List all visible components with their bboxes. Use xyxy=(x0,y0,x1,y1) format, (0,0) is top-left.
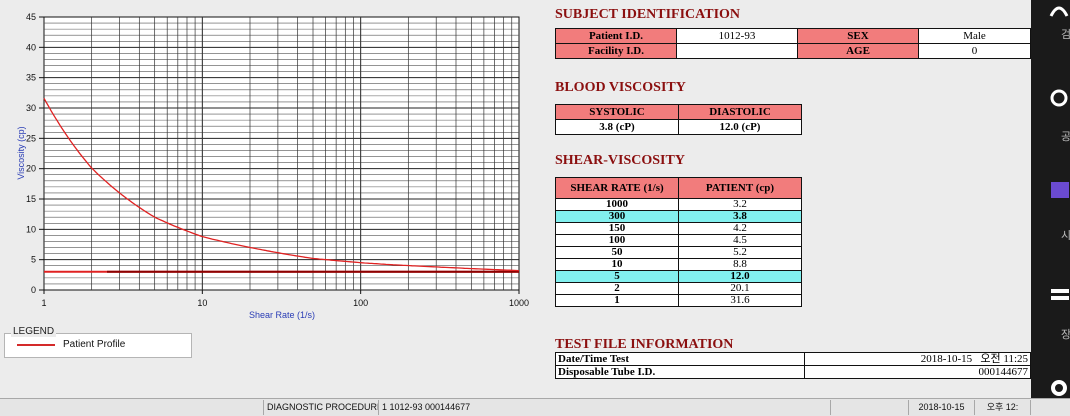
statusbar-time: 오후 12: xyxy=(975,400,1031,415)
shear-rate-cell: 2 xyxy=(555,282,679,295)
diastolic-value: 12.0 (cP) xyxy=(678,119,802,135)
statusbar-left xyxy=(0,400,264,415)
statusbar-blank xyxy=(831,400,909,415)
table-row: 1 31.6 xyxy=(555,294,802,307)
patient-id-label: Patient I.D. xyxy=(555,28,677,44)
patient-cp-cell: 3.8 xyxy=(678,210,802,223)
shear-rate-cell: 50 xyxy=(555,246,679,259)
sync-icon[interactable] xyxy=(1049,88,1069,108)
shear-rate-cell: 5 xyxy=(555,270,679,283)
y-axis-label: Viscosity (cp) xyxy=(16,126,26,179)
viscosity-chart: 0 5 10 15 20 25 30 35 40 45 1 10 100 1000 Shear Rate … xyxy=(0,0,540,330)
datetime-value: 2018-10-15 오전 11:25 xyxy=(804,352,1031,366)
patient-cp-cell: 8.8 xyxy=(678,258,802,271)
statusbar-procedures: DIAGNOSTIC PROCEDURES xyxy=(264,400,379,415)
age-label: AGE xyxy=(797,43,919,59)
wifi-icon[interactable] xyxy=(1049,0,1069,20)
table-row: 300 3.8 xyxy=(555,210,802,223)
y-tick-label: 35 xyxy=(26,73,36,83)
patient-cp-cell: 4.2 xyxy=(678,222,802,235)
age-value: 0 xyxy=(918,43,1031,59)
patient-cp-cell: 12.0 xyxy=(678,270,802,283)
test-file-information-title: TEST FILE INFORMATION xyxy=(555,337,734,352)
gear-icon[interactable] xyxy=(1049,378,1069,398)
sex-label: SEX xyxy=(797,28,919,44)
patient-cp-cell: 5.2 xyxy=(678,246,802,259)
blood-viscosity-table: SYSTOLIC DIASTOLIC 3.8 (cP) 12.0 (cP) xyxy=(555,104,802,135)
save-icon[interactable] xyxy=(1049,285,1069,305)
shear-rate-cell: 1000 xyxy=(555,198,679,211)
shear-rate-cell: 10 xyxy=(555,258,679,271)
diastolic-label: DIASTOLIC xyxy=(678,104,802,120)
shear-rate-cell: 1 xyxy=(555,294,679,307)
systolic-label: SYSTOLIC xyxy=(555,104,679,120)
systolic-value: 3.8 (cP) xyxy=(555,119,679,135)
y-tick-label: 5 xyxy=(31,255,36,265)
y-tick-label: 25 xyxy=(26,133,36,143)
y-tick-label: 15 xyxy=(26,194,36,204)
y-tick-label: 30 xyxy=(26,103,36,113)
table-row: 5 12.0 xyxy=(555,270,802,283)
side-label-3: 시 xyxy=(1061,230,1070,242)
patient-cp-header: PATIENT (cp) xyxy=(678,177,802,199)
window-icon[interactable] xyxy=(1049,180,1069,200)
table-row: 100 4.5 xyxy=(555,234,802,247)
datetime-label: Date/Time Test xyxy=(555,352,805,366)
statusbar-record: 1 1012-93 000144677 xyxy=(379,400,831,415)
side-panel: 검 공 시 장 xyxy=(1031,0,1070,415)
subject-table: Patient I.D. 1012-93 SEX Male Facility I… xyxy=(555,28,1031,59)
tube-id-label: Disposable Tube I.D. xyxy=(555,365,805,379)
tube-id-value: 000144677 xyxy=(804,365,1031,379)
shear-rate-cell: 150 xyxy=(555,222,679,235)
legend-label: Patient Profile xyxy=(63,339,126,350)
x-axis-label: Shear Rate (1/s) xyxy=(249,310,315,320)
y-tick-label: 40 xyxy=(26,42,36,52)
patient-cp-cell: 3.2 xyxy=(678,198,802,211)
x-tick-label: 1000 xyxy=(509,298,529,308)
y-tick-label: 0 xyxy=(31,285,36,295)
shear-viscosity-table: SHEAR RATE (1/s) PATIENT (cp) 1000 3.2 300… xyxy=(555,177,802,307)
table-row: 50 5.2 xyxy=(555,246,802,259)
shear-viscosity-title: SHEAR-VISCOSITY xyxy=(555,153,685,168)
legend-line-swatch xyxy=(17,344,55,346)
shear-rate-header: SHEAR RATE (1/s) xyxy=(555,177,679,199)
table-row: 1000 3.2 xyxy=(555,198,802,211)
blood-viscosity-title: BLOOD VISCOSITY xyxy=(555,80,686,95)
patient-id-value: 1012-93 xyxy=(676,28,798,44)
side-label-2: 공 xyxy=(1061,131,1070,143)
patient-cp-cell: 20.1 xyxy=(678,282,802,295)
table-row: 10 8.8 xyxy=(555,258,802,271)
x-tick-label: 10 xyxy=(197,298,207,308)
table-row: 150 4.2 xyxy=(555,222,802,235)
legend-title: LEGEND xyxy=(11,326,57,337)
patient-cp-cell: 4.5 xyxy=(678,234,802,247)
y-tick-label: 20 xyxy=(26,164,36,174)
x-tick-label: 100 xyxy=(353,298,368,308)
patient-cp-cell: 31.6 xyxy=(678,294,802,307)
y-tick-label: 45 xyxy=(26,12,36,22)
side-label-4: 장 xyxy=(1061,329,1070,341)
x-tick-label: 1 xyxy=(41,298,46,308)
sex-value: Male xyxy=(918,28,1031,44)
facility-id-label: Facility I.D. xyxy=(555,43,677,59)
table-row: 2 20.1 xyxy=(555,282,802,295)
status-bar: DIAGNOSTIC PROCEDURES 1 1012-93 00014467… xyxy=(0,398,1070,416)
side-label-1: 검 xyxy=(1061,29,1070,41)
y-tick-label: 10 xyxy=(26,224,36,234)
subject-identification-title: SUBJECT IDENTIFICATION xyxy=(555,7,741,22)
facility-id-value xyxy=(676,43,798,59)
legend-box: LEGEND Patient Profile xyxy=(4,326,192,358)
statusbar-date: 2018-10-15 xyxy=(909,400,975,415)
shear-rate-cell: 100 xyxy=(555,234,679,247)
test-file-table: Date/Time Test 2018-10-15 오전 11:25 Dispo… xyxy=(555,352,1031,379)
shear-rate-cell: 300 xyxy=(555,210,679,223)
